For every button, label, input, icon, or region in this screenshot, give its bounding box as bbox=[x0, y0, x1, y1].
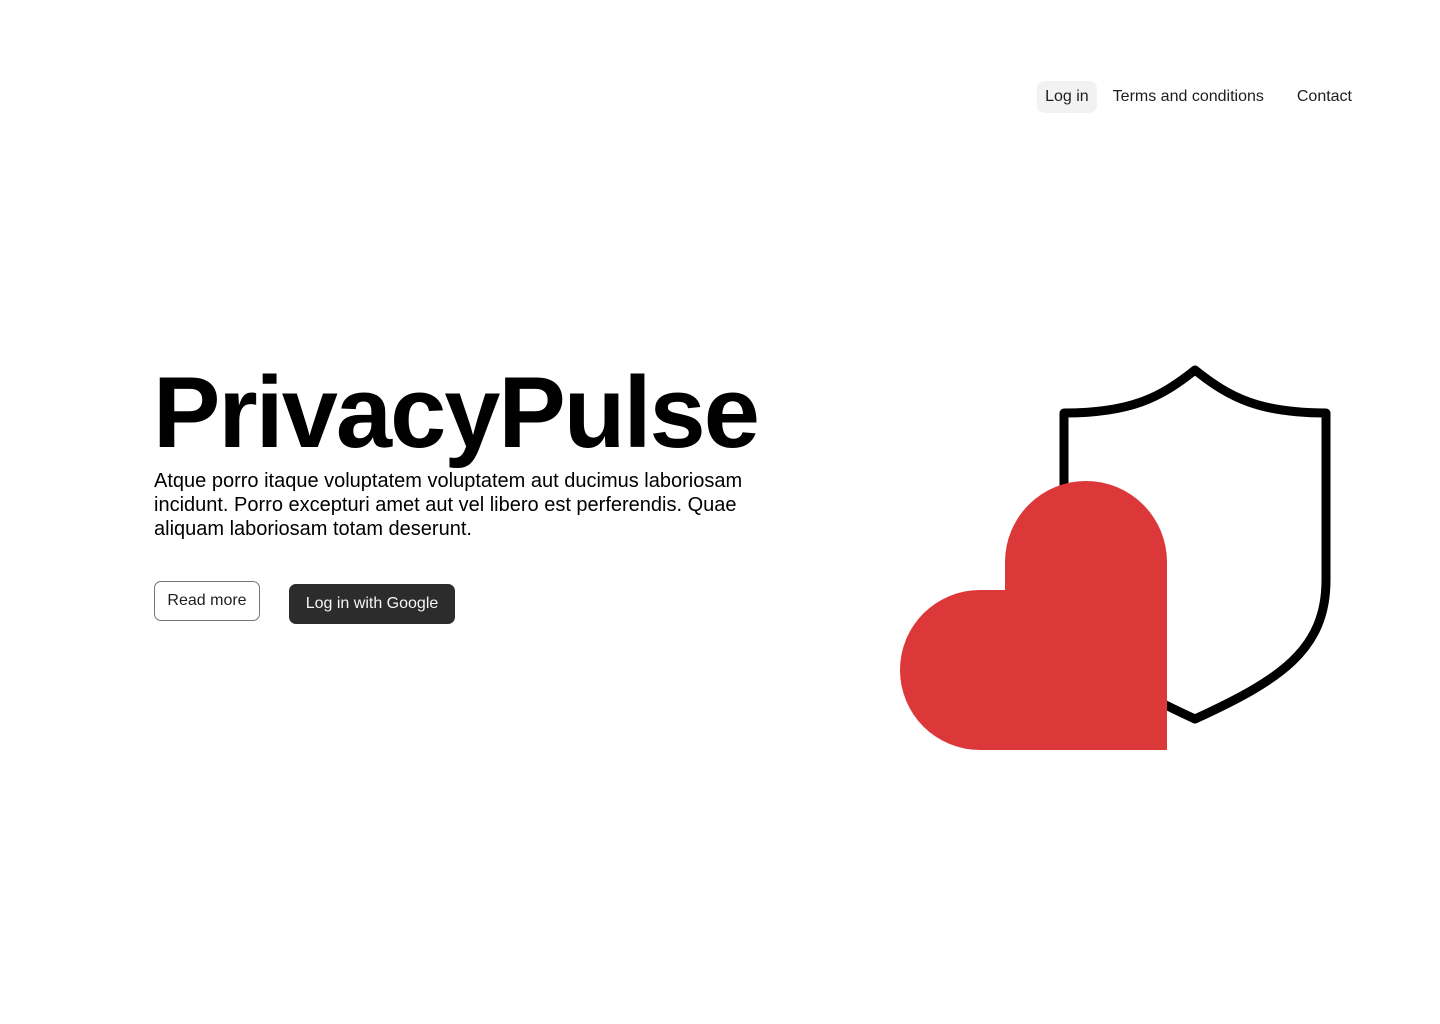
nav-login-link[interactable]: Log in bbox=[1037, 81, 1097, 113]
hero-illustration bbox=[900, 365, 1331, 750]
read-more-button[interactable]: Read more bbox=[154, 581, 260, 621]
hero-title: PrivacyPulse bbox=[153, 357, 760, 469]
heart-icon bbox=[900, 481, 1167, 750]
top-navigation: Log in Terms and conditions Contact bbox=[1037, 81, 1360, 113]
hero-description: Atque porro itaque voluptatem voluptatem… bbox=[154, 470, 743, 540]
nav-contact-link[interactable]: Contact bbox=[1289, 81, 1360, 113]
nav-terms-link[interactable]: Terms and conditions bbox=[1105, 81, 1272, 113]
google-login-button[interactable]: Log in with Google bbox=[289, 584, 455, 624]
